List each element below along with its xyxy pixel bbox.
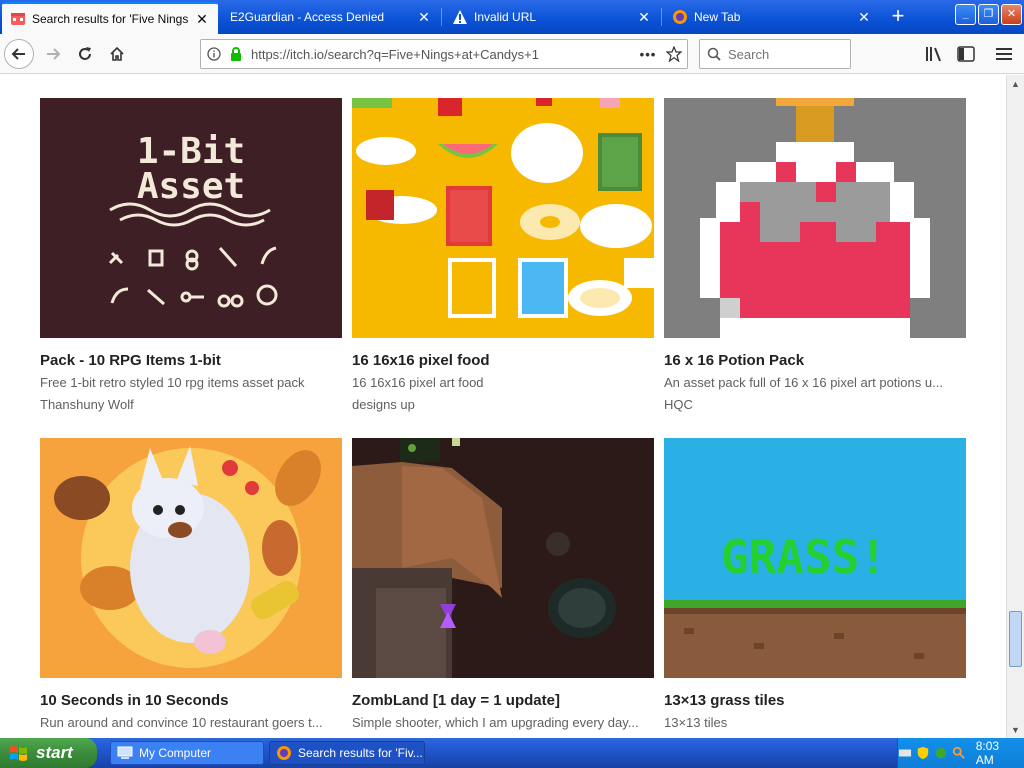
game-thumbnail[interactable] xyxy=(40,438,342,678)
close-window-button[interactable]: ✕ xyxy=(1001,4,1022,25)
page-actions-button[interactable]: ••• xyxy=(635,47,661,62)
game-thumbnail[interactable]: 1-Bit Asset xyxy=(40,98,342,338)
start-label: start xyxy=(36,743,73,762)
firefox-icon xyxy=(277,746,291,760)
game-description: Run around and convince 10 restaurant go… xyxy=(40,715,323,730)
back-button[interactable] xyxy=(4,39,34,69)
game-thumbnail[interactable] xyxy=(352,438,654,678)
tab-separator xyxy=(441,8,442,26)
game-card[interactable]: 16 16x16 pixel food 16 16x16 pixel art f… xyxy=(352,98,654,413)
game-description: Simple shooter, which I am upgrading eve… xyxy=(352,715,639,730)
itchio-icon xyxy=(10,11,26,27)
game-card[interactable]: GRASS! 13×13 grass tiles 13×13 tiles xyxy=(664,438,966,731)
shield-icon xyxy=(917,746,929,760)
firefox-icon xyxy=(672,9,688,25)
game-title[interactable]: 10 Seconds in 10 Seconds xyxy=(40,692,342,709)
thumb-grass-text: GRASS! xyxy=(721,530,887,584)
home-icon xyxy=(110,46,124,61)
game-card[interactable]: ZombLand [1 day = 1 update] Simple shoot… xyxy=(352,438,654,731)
game-title[interactable]: ZombLand [1 day = 1 update] xyxy=(352,692,654,709)
forward-arrow-icon xyxy=(47,48,61,60)
windows-logo-icon xyxy=(10,746,27,761)
taskbar-item-my-computer[interactable]: My Computer xyxy=(110,741,264,765)
new-tab-button[interactable]: + xyxy=(884,4,912,30)
thumb-title-line2: Asset xyxy=(137,166,245,207)
browser-tab-bar: Search results for 'Five Nings at C ✕ E2… xyxy=(0,0,1024,34)
url-text[interactable]: https://itch.io/search?q=Five+Nings+at+C… xyxy=(245,47,635,62)
minimize-button[interactable]: _ xyxy=(955,4,976,25)
system-tray: 8:03 AM xyxy=(897,738,1024,768)
tab-label: New Tab xyxy=(694,10,741,24)
reload-icon xyxy=(79,47,91,60)
game-card[interactable]: 16 x 16 Potion Pack An asset pack full o… xyxy=(664,98,966,413)
warning-icon xyxy=(452,9,468,25)
search-input[interactable]: Search xyxy=(699,39,851,69)
game-title[interactable]: Pack - 10 RPG Items 1-bit xyxy=(40,352,342,369)
game-thumbnail[interactable] xyxy=(664,98,966,338)
game-author[interactable]: Thanshuny Wolf xyxy=(40,397,342,413)
navigation-toolbar: https://itch.io/search?q=Five+Nings+at+C… xyxy=(0,34,1024,74)
tab-separator xyxy=(661,8,662,26)
library-icon[interactable] xyxy=(924,44,944,64)
start-button[interactable]: start xyxy=(0,738,97,768)
close-tab-icon[interactable]: ✕ xyxy=(636,9,652,25)
game-description: An asset pack full of 16 x 16 pixel art … xyxy=(664,375,943,390)
home-button[interactable] xyxy=(102,39,132,69)
back-arrow-icon xyxy=(11,48,25,60)
game-thumbnail[interactable] xyxy=(352,98,654,338)
bookmark-star-icon[interactable] xyxy=(661,46,687,62)
game-description: Free 1-bit retro styled 10 rpg items ass… xyxy=(40,375,305,390)
forward-button[interactable] xyxy=(38,39,68,69)
task-label: My Computer xyxy=(139,746,212,760)
close-tab-icon[interactable]: ✕ xyxy=(856,9,872,25)
task-label: Search results for 'Fiv... xyxy=(298,746,423,760)
hamburger-menu-icon[interactable] xyxy=(994,44,1014,64)
search-icon xyxy=(700,47,728,61)
computer-icon xyxy=(117,746,133,759)
tab-search-results[interactable]: Search results for 'Five Nings at C ✕ xyxy=(2,2,218,34)
close-tab-icon[interactable]: ✕ xyxy=(416,9,432,25)
scroll-up-arrow-icon[interactable]: ▲ xyxy=(1007,75,1024,92)
restore-button[interactable]: ❐ xyxy=(978,4,999,25)
game-card[interactable]: 10 Seconds in 10 Seconds Run around and … xyxy=(40,438,342,731)
page-content: 1-Bit Asset Pack - 10 RPG Items 1-bit Fr… xyxy=(0,75,1006,738)
info-icon[interactable] xyxy=(201,47,227,61)
tab-label: E2Guardian - Access Denied xyxy=(230,10,385,24)
network-icon xyxy=(935,747,947,759)
tab-label: Invalid URL xyxy=(474,10,537,24)
clock[interactable]: 8:03 AM xyxy=(976,739,1014,767)
game-description: 16 16x16 pixel art food xyxy=(352,375,484,390)
url-bar[interactable]: https://itch.io/search?q=Five+Nings+at+C… xyxy=(200,39,688,69)
windows-taskbar: start My Computer Search results for 'Fi… xyxy=(0,738,1024,768)
reload-button[interactable] xyxy=(70,39,100,69)
game-title[interactable]: 16 x 16 Potion Pack xyxy=(664,352,966,369)
vertical-scrollbar[interactable]: ▲ ▼ xyxy=(1006,75,1024,738)
game-author[interactable]: designs up xyxy=(352,397,654,413)
game-title[interactable]: 13×13 grass tiles xyxy=(664,692,966,709)
sidebar-icon[interactable] xyxy=(956,44,976,64)
search-tray-icon xyxy=(952,746,965,759)
tab-invalid-url[interactable]: Invalid URL ✕ xyxy=(444,3,660,31)
tab-label: Search results for 'Five Nings at C xyxy=(32,12,190,26)
search-placeholder: Search xyxy=(728,46,770,62)
game-description: 13×13 tiles xyxy=(664,715,728,730)
scroll-down-arrow-icon[interactable]: ▼ xyxy=(1007,721,1024,738)
game-card[interactable]: 1-Bit Asset Pack - 10 RPG Items 1-bit Fr… xyxy=(40,98,342,413)
keyboard-icon xyxy=(898,749,912,757)
tab-new-tab[interactable]: New Tab ✕ xyxy=(664,3,880,31)
close-tab-icon[interactable]: ✕ xyxy=(194,11,210,27)
tab-e2guardian[interactable]: E2Guardian - Access Denied ✕ xyxy=(222,3,440,31)
game-title[interactable]: 16 16x16 pixel food xyxy=(352,352,654,369)
taskbar-item-firefox[interactable]: Search results for 'Fiv... xyxy=(269,741,425,765)
game-author[interactable]: HQC xyxy=(664,397,966,413)
scrollbar-thumb[interactable] xyxy=(1009,611,1022,667)
game-thumbnail[interactable]: GRASS! xyxy=(664,438,966,678)
lock-icon xyxy=(227,47,245,61)
